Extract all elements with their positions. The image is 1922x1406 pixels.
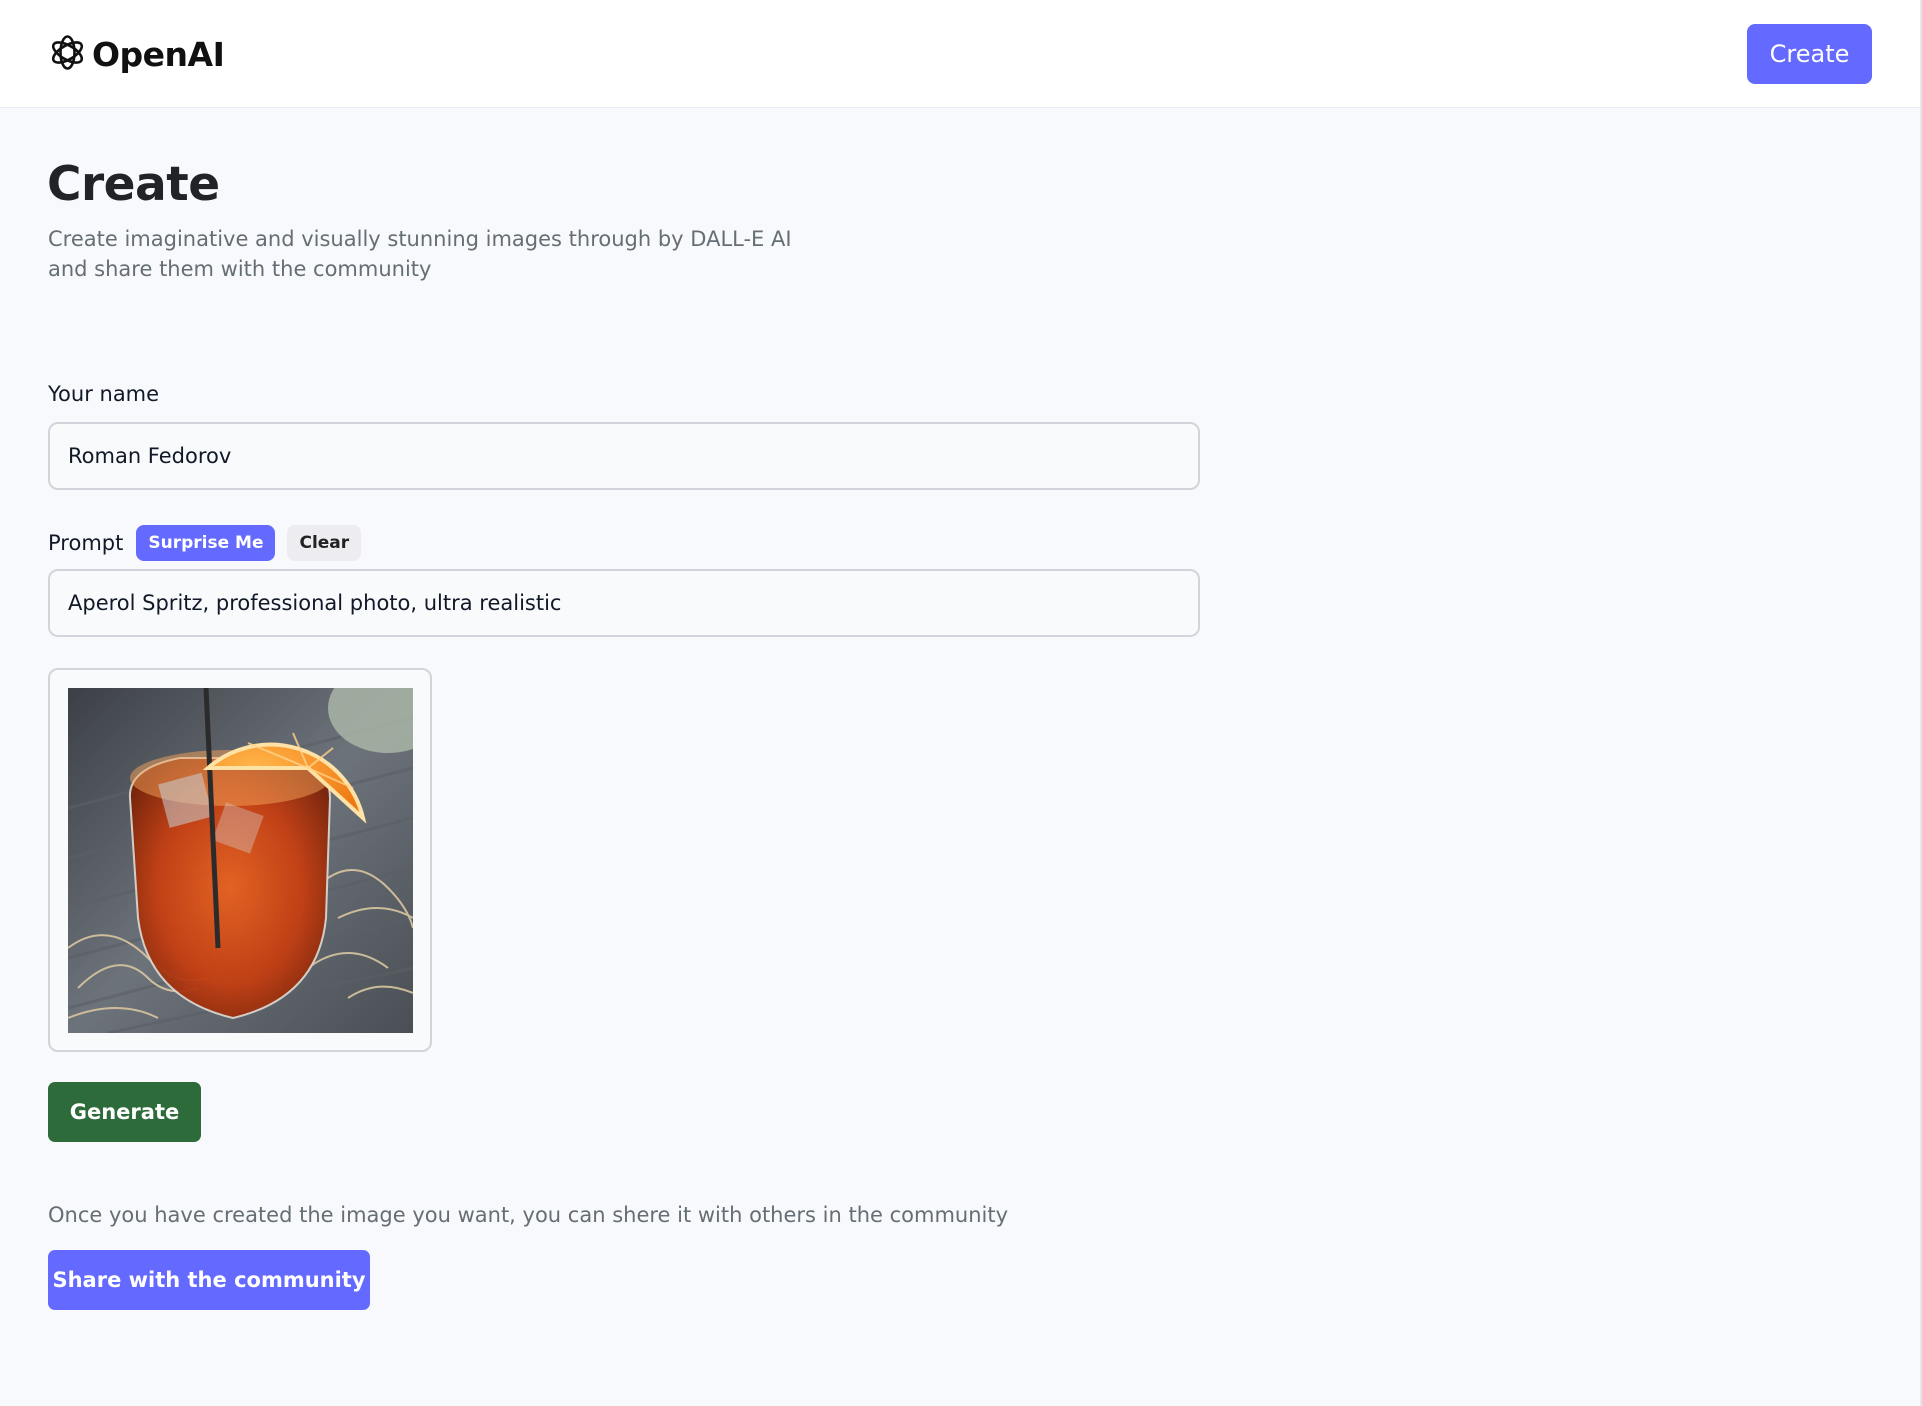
top-navbar: OpenAI Create bbox=[0, 0, 1922, 108]
logo-text: OpenAI bbox=[92, 34, 225, 74]
generated-image bbox=[68, 688, 413, 1033]
prompt-label: Prompt bbox=[48, 531, 124, 555]
name-input[interactable] bbox=[48, 422, 1200, 490]
image-preview-box bbox=[48, 668, 432, 1052]
header-create-button[interactable]: Create bbox=[1747, 24, 1872, 84]
page-description: Create imaginative and visually stunning… bbox=[48, 227, 792, 281]
prompt-input[interactable] bbox=[48, 569, 1200, 637]
openai-logo-icon bbox=[47, 32, 88, 77]
clear-button[interactable]: Clear bbox=[287, 525, 362, 561]
prompt-label-row: Prompt Surprise Me Clear bbox=[48, 524, 362, 562]
generate-button[interactable]: Generate bbox=[48, 1082, 201, 1142]
surprise-me-button[interactable]: Surprise Me bbox=[136, 525, 276, 561]
share-hint-text: Once you have created the image you want… bbox=[48, 1203, 1009, 1227]
page-title: Create bbox=[47, 157, 220, 212]
share-community-button[interactable]: Share with the community bbox=[48, 1250, 370, 1310]
openai-logo[interactable]: OpenAI bbox=[47, 32, 225, 77]
name-label: Your name bbox=[48, 382, 160, 406]
